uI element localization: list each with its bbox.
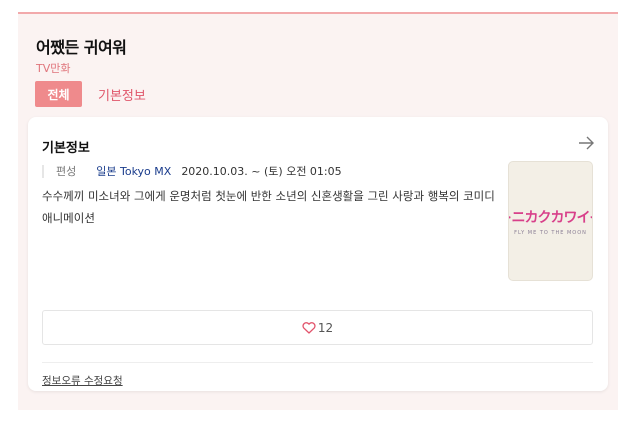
tab-basic-info[interactable]: 기본정보	[98, 85, 146, 104]
poster-image[interactable]: トニカクカワイイ FLY ME TO THE MOON	[508, 161, 593, 281]
like-button[interactable]: 12	[42, 310, 593, 345]
basic-info-card: 기본정보 편성 일본 Tokyo MX 2020.10.03. ~ (토) 오전…	[28, 117, 608, 391]
arrow-right-icon[interactable]	[576, 133, 596, 153]
genre-label[interactable]: TV만화	[36, 60, 70, 76]
card-title: 기본정보	[42, 141, 90, 156]
poster-subtitle: FLY ME TO THE MOON	[514, 229, 587, 236]
poster-title: トニカクカワイイ	[509, 209, 592, 226]
divider-bar	[42, 164, 44, 178]
heart-icon	[302, 321, 316, 334]
broadcast-date: 2020.10.03. ~ (토) 오전 01:05	[181, 165, 342, 178]
broadcaster-link[interactable]: 일본 Tokyo MX	[96, 163, 171, 179]
broadcast-info: 편성 일본 Tokyo MX 2020.10.03. ~ (토) 오전 01:0…	[42, 163, 342, 179]
info-panel: 어쨌든 귀여워 TV만화 전체 기본정보 기본정보 편성 일본 Tokyo MX…	[18, 12, 618, 410]
tab-all[interactable]: 전체	[35, 81, 82, 107]
synopsis: 수수께끼 미소녀와 그에게 운명처럼 첫눈에 반한 소년의 신혼생활을 그린 사…	[42, 189, 495, 225]
report-error-link[interactable]: 정보오류 수정요청	[42, 373, 123, 388]
like-count: 12	[317, 320, 334, 335]
page-title: 어쨌든 귀여워	[36, 38, 127, 57]
broadcast-label: 편성	[56, 165, 77, 178]
divider	[42, 362, 593, 363]
